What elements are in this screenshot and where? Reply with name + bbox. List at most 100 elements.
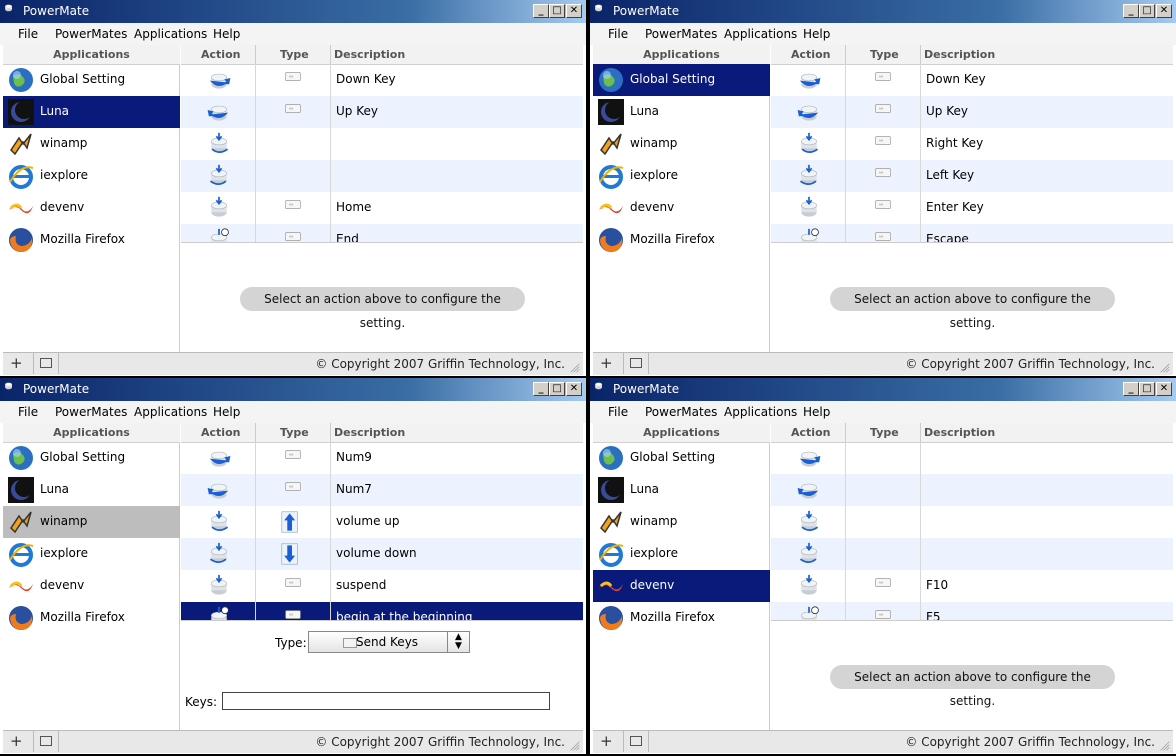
app-item-global-setting[interactable]: Global Setting	[593, 64, 770, 96]
app-item-winamp[interactable]: winamp	[3, 506, 180, 538]
title-bar[interactable]: PowerMate _ □ ✕	[0, 378, 586, 401]
app-item-devenv[interactable]: devenv	[3, 192, 180, 224]
resize-grip-icon[interactable]	[1160, 363, 1170, 373]
menu-powermates[interactable]: PowerMates	[645, 27, 717, 41]
app-item-mozilla-firefox[interactable]: Mozilla Firefox	[593, 602, 770, 634]
menu-applications[interactable]: Applications	[724, 27, 797, 41]
column-description[interactable]: Description	[334, 423, 405, 442]
eject-button[interactable]	[623, 731, 649, 752]
title-bar[interactable]: PowerMate _ □ ✕	[0, 0, 586, 23]
app-item-iexplore[interactable]: iexplore	[3, 160, 180, 192]
column-description[interactable]: Description	[924, 45, 995, 64]
eject-button[interactable]	[33, 731, 59, 752]
action-row[interactable]: Alt Down Key	[181, 64, 583, 96]
column-action[interactable]: Action	[791, 423, 830, 442]
resize-grip-icon[interactable]	[1160, 741, 1170, 751]
minimize-button[interactable]: _	[533, 4, 549, 18]
app-item-mozilla-firefox[interactable]: Mozilla Firefox	[3, 224, 180, 256]
app-item-luna[interactable]: Luna	[593, 96, 770, 128]
minimize-button[interactable]: _	[1123, 382, 1139, 396]
app-item-iexplore[interactable]: iexplore	[3, 538, 180, 570]
action-row[interactable]	[181, 160, 583, 192]
app-item-luna[interactable]: Luna	[3, 96, 180, 128]
maximize-button[interactable]: □	[549, 382, 565, 396]
close-button[interactable]: ✕	[1156, 382, 1172, 396]
minimize-button[interactable]: _	[1123, 4, 1139, 18]
action-row[interactable]: Alt Right Key	[771, 128, 1173, 160]
column-type[interactable]: Type	[280, 423, 309, 442]
app-item-iexplore[interactable]: iexplore	[593, 160, 770, 192]
menu-file[interactable]: File	[18, 405, 38, 419]
menu-help[interactable]: Help	[213, 405, 240, 419]
eject-button[interactable]	[623, 353, 649, 374]
column-type[interactable]: Type	[870, 423, 899, 442]
close-button[interactable]: ✕	[1156, 4, 1172, 18]
action-row[interactable]: Alt Up Key	[771, 96, 1173, 128]
maximize-button[interactable]: □	[1139, 4, 1155, 18]
menu-file[interactable]: File	[608, 27, 628, 41]
eject-button[interactable]	[33, 353, 59, 374]
app-item-luna[interactable]: Luna	[3, 474, 180, 506]
add-button[interactable]: +	[600, 732, 613, 750]
action-row[interactable]: Alt suspend	[181, 570, 583, 602]
maximize-button[interactable]: □	[549, 4, 565, 18]
app-item-devenv[interactable]: devenv	[593, 570, 770, 602]
action-row[interactable]: Alt begin at the beginning	[181, 602, 583, 620]
action-row[interactable]	[771, 538, 1173, 570]
column-action[interactable]: Action	[791, 45, 830, 64]
app-item-devenv[interactable]: devenv	[3, 570, 180, 602]
action-row[interactable]: volume up	[181, 506, 583, 538]
app-item-global-setting[interactable]: Global Setting	[3, 64, 180, 96]
menu-help[interactable]: Help	[803, 405, 830, 419]
menu-help[interactable]: Help	[213, 27, 240, 41]
action-row[interactable]: Alt Up Key	[181, 96, 583, 128]
action-row[interactable]: Alt Enter Key	[771, 192, 1173, 224]
menu-applications[interactable]: Applications	[134, 405, 207, 419]
menu-file[interactable]: File	[608, 405, 628, 419]
column-description[interactable]: Description	[334, 45, 405, 64]
action-row[interactable]	[771, 442, 1173, 474]
action-row[interactable]: Alt Num7	[181, 474, 583, 506]
action-row[interactable]	[181, 128, 583, 160]
add-button[interactable]: +	[10, 732, 23, 750]
resize-grip-icon[interactable]	[570, 363, 580, 373]
action-row[interactable]: Alt Home	[181, 192, 583, 224]
title-bar[interactable]: PowerMate _ □ ✕	[590, 0, 1176, 23]
action-row[interactable]: Alt Escape	[771, 224, 1173, 242]
app-item-luna[interactable]: Luna	[593, 474, 770, 506]
column-action[interactable]: Action	[201, 45, 240, 64]
action-row[interactable]: volume down	[181, 538, 583, 570]
action-row[interactable]: Alt Num9	[181, 442, 583, 474]
app-item-winamp[interactable]: winamp	[593, 506, 770, 538]
app-item-winamp[interactable]: winamp	[593, 128, 770, 160]
menu-applications[interactable]: Applications	[724, 405, 797, 419]
action-row[interactable]: Alt Left Key	[771, 160, 1173, 192]
close-button[interactable]: ✕	[566, 4, 582, 18]
minimize-button[interactable]: _	[533, 382, 549, 396]
close-button[interactable]: ✕	[566, 382, 582, 396]
app-item-mozilla-firefox[interactable]: Mozilla Firefox	[3, 602, 180, 634]
menu-powermates[interactable]: PowerMates	[55, 27, 127, 41]
action-row[interactable]: Alt F10	[771, 570, 1173, 602]
action-row[interactable]: Alt F5	[771, 602, 1173, 620]
menu-help[interactable]: Help	[803, 27, 830, 41]
add-button[interactable]: +	[10, 354, 23, 372]
column-type[interactable]: Type	[280, 45, 309, 64]
app-item-global-setting[interactable]: Global Setting	[3, 442, 180, 474]
resize-grip-icon[interactable]	[570, 741, 580, 751]
keys-input[interactable]	[222, 692, 550, 710]
action-row[interactable]	[771, 474, 1173, 506]
action-row[interactable]	[771, 506, 1173, 538]
column-description[interactable]: Description	[924, 423, 995, 442]
app-item-global-setting[interactable]: Global Setting	[593, 442, 770, 474]
app-item-iexplore[interactable]: iexplore	[593, 538, 770, 570]
app-item-mozilla-firefox[interactable]: Mozilla Firefox	[593, 224, 770, 256]
title-bar[interactable]: PowerMate _ □ ✕	[590, 378, 1176, 401]
maximize-button[interactable]: □	[1139, 382, 1155, 396]
menu-powermates[interactable]: PowerMates	[55, 405, 127, 419]
menu-file[interactable]: File	[18, 27, 38, 41]
action-row[interactable]: Alt End	[181, 224, 583, 242]
column-action[interactable]: Action	[201, 423, 240, 442]
add-button[interactable]: +	[600, 354, 613, 372]
menu-powermates[interactable]: PowerMates	[645, 405, 717, 419]
